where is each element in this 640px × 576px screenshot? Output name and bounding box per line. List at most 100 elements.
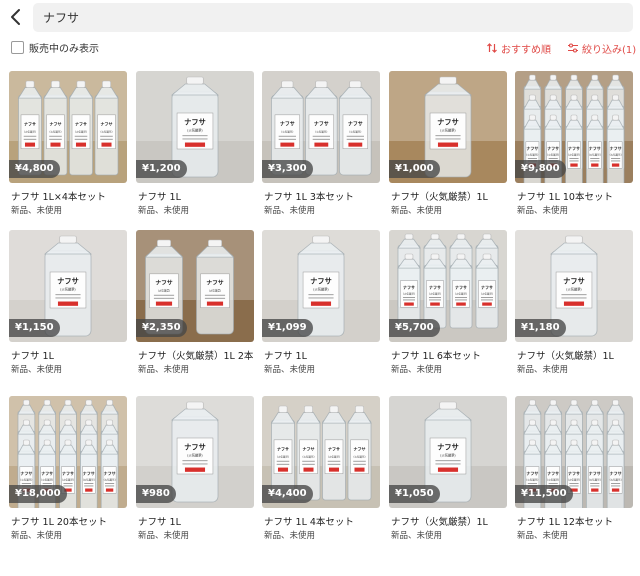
bottle-label-subtext: (火気厳禁) [62,477,74,481]
product-photo[interactable]: ナフサ (火気厳禁) ¥1,000 [389,71,507,183]
bottle-label-text: ナフサ [314,122,329,128]
bottle-label-text: ナフサ [437,118,458,127]
product-card[interactable]: ナフサ (火気厳禁) ナフサ (火気厳禁) ナフサ (火気厳禁) ナフサ (火気厳禁) ナフサ(… [515,71,633,221]
bottle-label-text: ナフサ [75,121,87,127]
product-title[interactable]: ナフサ 1L×4本セット [11,189,106,203]
price-tag: ¥9,800 [515,160,566,178]
bottle-label-text: ナフサ [184,118,205,127]
product-card[interactable]: ナフサ (火気厳禁) ¥1,150 ナフサ 1L 新品、未使用 [9,230,127,380]
bottle-label-subtext: (火気厳禁) [104,477,116,481]
bottle-label-subtext: (火気厳禁) [455,291,467,295]
product-title[interactable]: ナフサ 1L 10本セット [517,189,613,203]
product-card[interactable]: ナフサ (火気厳禁) ナフサ (火気厳禁) ナフサ (火気厳禁) ナフサ (火気厳禁) ナフサ(… [9,396,127,546]
product-title[interactable]: ナフサ 1L [264,348,307,362]
bottle-label-text: ナフサ [568,145,580,151]
product-title[interactable]: ナフサ 1L 20本セット [11,514,107,528]
product-card[interactable]: ナフサ (火気厳禁) ナフサ (火気厳禁) ナフサ (火気厳禁) ナフサ (火気厳禁) ナフサ(… [515,396,633,546]
bottle-label-text: ナフサ [155,280,173,287]
price-tag: ¥4,800 [9,160,60,178]
product-card[interactable]: ナフサ (火気厳禁) ¥1,180 ナフサ（火気厳禁）1L 新品、未使用 [515,230,633,380]
product-photo[interactable]: ナフサ (火気厳禁) ¥980 [136,396,254,508]
product-title[interactable]: ナフサ（火気厳禁）1L [391,189,488,203]
product-condition: 新品、未使用 [138,206,190,216]
product-photo[interactable]: ナフサ (火気厳禁) ¥1,180 [515,230,633,342]
price-tag: ¥1,000 [389,160,440,178]
product-photo[interactable]: ナフサ (火気厳禁) ナフサ (火気厳禁) ¥2,350 [136,230,254,342]
bottle-label-subtext: (火気厳禁) [277,454,289,458]
product-title[interactable]: ナフサ 1L 6本セット [391,348,481,362]
bottle-label-subtext: (火気厳禁) [209,288,221,292]
bottle-label-text: ナフサ [455,284,467,290]
product-title[interactable]: ナフサ 1L [138,514,181,528]
bottle-label-subtext: (火気厳禁) [303,454,315,458]
product-title[interactable]: ナフサ（火気厳禁）1L [391,514,488,528]
product-photo[interactable]: ナフサ (火気厳禁) ナフサ (火気厳禁) ナフサ (火気厳禁) ナフサ (火気厳禁) ¥5,7… [389,230,507,342]
bottle-label-subtext: (火気厳禁) [526,477,538,481]
product-title[interactable]: ナフサ 1L [138,189,181,203]
product-card[interactable]: ナフサ (火気厳禁) ¥1,200 ナフサ 1L 新品、未使用 [136,71,254,221]
product-card[interactable]: ナフサ (火気厳禁) ¥1,000 ナフサ（火気厳禁）1L 新品、未使用 [389,71,507,221]
product-condition: 新品、未使用 [391,365,443,375]
product-condition: 新品、未使用 [391,531,443,541]
bottle-label-text: ナフサ [610,145,622,151]
bottle-label-text: ナフサ [101,121,113,127]
product-photo[interactable]: ナフサ (火気厳禁) ナフサ (火気厳禁) ナフサ (火気厳禁) ナフサ (火気厳禁) ¥4,8… [9,71,127,183]
bottle-label-text: ナフサ [403,284,415,290]
product-photo[interactable]: ナフサ (火気厳禁) ¥1,150 [9,230,127,342]
price-tag: ¥1,099 [262,319,313,337]
product-condition: 新品、未使用 [138,365,190,375]
product-title[interactable]: ナフサ 1L 12本セット [517,514,613,528]
bottle-label-text: ナフサ [526,145,538,151]
bottle-label-subtext: (火気厳禁) [566,287,581,292]
bottle-label-subtext: (火気厳禁) [440,128,455,133]
bottle-label-text: ナフサ [610,470,622,476]
bottle-label-text: ナフサ [348,122,363,128]
bottle-label-text: ナフサ [547,145,559,151]
product-title[interactable]: ナフサ（火気厳禁）1L 2本 [138,348,253,362]
product-card[interactable]: ナフサ (火気厳禁) ナフサ (火気厳禁) ナフサ (火気厳禁) ナフサ (火気厳禁) ¥5,7… [389,230,507,380]
bottle-label-subtext: (火気厳禁) [158,288,170,292]
product-photo[interactable]: ナフサ (火気厳禁) ¥1,200 [136,71,254,183]
bottle-label-subtext: (火気厳禁) [281,129,293,133]
bottle-label-subtext: (火気厳禁) [589,477,601,481]
bottle-label-subtext: (火気厳禁) [403,291,415,295]
bottle-label-subtext: (火気厳禁) [24,129,36,133]
product-card[interactable]: ナフサ (火気厳禁) ナフサ (火気厳禁) ナフサ (火気厳禁) ナフサ (火気厳禁) ¥4,8… [9,71,127,221]
product-card[interactable]: ナフサ (火気厳禁) ¥980 ナフサ 1L 新品、未使用 [136,396,254,546]
product-photo[interactable]: ナフサ (火気厳禁) ナフサ (火気厳禁) ナフサ (火気厳禁) ナフサ (火気厳禁) ナフサ(… [9,396,127,508]
product-card[interactable]: ナフサ (火気厳禁) ¥1,099 ナフサ 1L 新品、未使用 [262,230,380,380]
bottle-label-text: ナフサ [62,470,74,476]
product-title[interactable]: ナフサ 1L 4本セット [264,514,354,528]
product-condition: 新品、未使用 [11,365,63,375]
bottle-label-text: ナフサ [547,470,559,476]
bottle-label-subtext: (火気厳禁) [187,453,202,458]
bottle-label-text: ナフサ [184,443,205,452]
product-title[interactable]: ナフサ 1L 3本セット [264,189,354,203]
bottle-label-subtext: (火気厳禁) [481,291,493,295]
product-photo[interactable]: ナフサ (火気厳禁) ナフサ (火気厳禁) ナフサ (火気厳禁) ¥3,300 [262,71,380,183]
bottle-label-subtext: (火気厳禁) [315,129,327,133]
bottle-label-text: ナフサ [83,470,95,476]
bottle-label-subtext: (火気厳禁) [429,291,441,295]
bottle-label-subtext: (火気厳禁) [610,477,622,481]
product-grid: ナフサ (火気厳禁) ナフサ (火気厳禁) ナフサ (火気厳禁) ナフサ (火気厳禁) ¥4,8… [0,0,640,576]
product-photo[interactable]: ナフサ (火気厳禁) ¥1,099 [262,230,380,342]
product-photo[interactable]: ナフサ (火気厳禁) ナフサ (火気厳禁) ナフサ (火気厳禁) ナフサ (火気厳禁) ナフサ(… [515,71,633,183]
bottle-label-subtext: (火気厳禁) [354,454,366,458]
product-title[interactable]: ナフサ 1L [11,348,54,362]
bottle-label-text: ナフサ [568,470,580,476]
bottle-label-text: ナフサ [481,284,493,290]
price-tag: ¥1,050 [389,485,440,503]
product-card[interactable]: ナフサ (火気厳禁) ナフサ (火気厳禁) ナフサ (火気厳禁) ナフサ (火気厳禁) ¥4,4… [262,396,380,546]
product-card[interactable]: ナフサ (火気厳禁) ナフサ (火気厳禁) ¥2,350 ナフサ（火気厳禁）1L 2本新品… [136,230,254,380]
product-photo[interactable]: ナフサ (火気厳禁) ナフサ (火気厳禁) ナフサ (火気厳禁) ナフサ (火気厳禁) ¥4,4… [262,396,380,508]
price-tag: ¥5,700 [389,319,440,337]
bottle-label-subtext: (火気厳禁) [328,454,340,458]
product-title[interactable]: ナフサ（火気厳禁）1L [517,348,614,362]
bottle-label-subtext: (火気厳禁) [610,152,622,156]
product-photo[interactable]: ナフサ (火気厳禁) ナフサ (火気厳禁) ナフサ (火気厳禁) ナフサ (火気厳禁) ナフサ(… [515,396,633,508]
product-photo[interactable]: ナフサ (火気厳禁) ¥1,050 [389,396,507,508]
price-tag: ¥1,150 [9,319,60,337]
product-card[interactable]: ナフサ (火気厳禁) ナフサ (火気厳禁) ナフサ (火気厳禁) ¥3,300 ナフサ 1L … [262,71,380,221]
product-card[interactable]: ナフサ (火気厳禁) ¥1,050 ナフサ（火気厳禁）1L 新品、未使用 [389,396,507,546]
